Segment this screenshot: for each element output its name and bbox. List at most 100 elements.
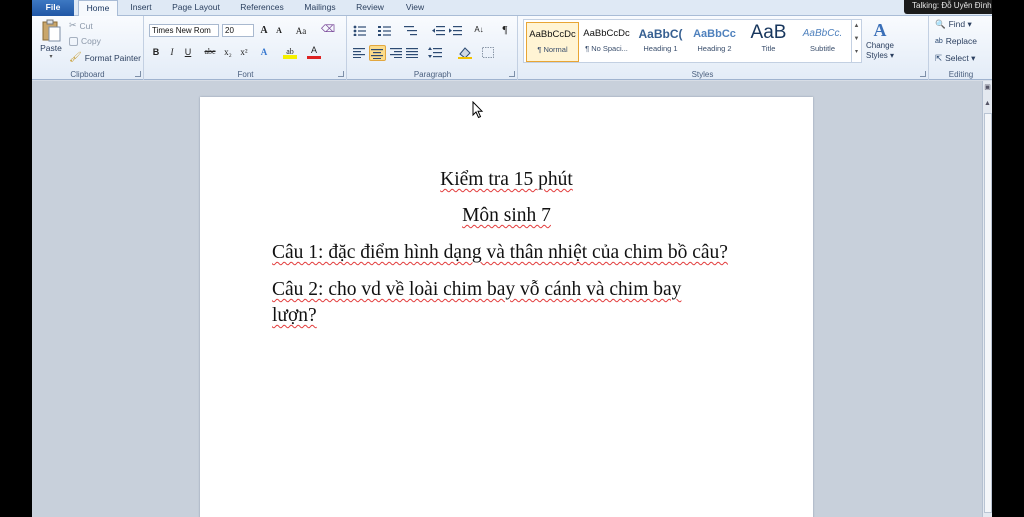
format-painter-button[interactable]: 🖌 Format Painter [69, 52, 141, 63]
find-button[interactable]: 🔍 Find ▾ [935, 19, 972, 30]
shading-icon[interactable] [458, 46, 472, 59]
document-page[interactable]: Kiểm tra 15 phút Môn sinh 7 Câu 1: đặc đ… [200, 97, 813, 517]
font-group-label: Font [237, 70, 254, 79]
style-sample: AaBbCcDc [583, 28, 630, 39]
style-no-spacing[interactable]: AaBbCcDc ¶ No Spaci... [580, 22, 633, 62]
cut-button[interactable]: ✂ Cut [69, 20, 93, 31]
style-name: Heading 2 [697, 44, 732, 53]
paste-label: Paste [40, 43, 62, 53]
format-painter-label: Format Painter [84, 52, 141, 63]
select-icon: ⇱ [935, 53, 943, 63]
borders-icon[interactable] [482, 47, 494, 58]
copy-icon [69, 36, 78, 46]
font-group: Times New Rom 20 A A Aa ⌫ B I U abc x₂ x… [145, 16, 347, 80]
style-name: Heading 1 [643, 44, 678, 53]
cut-icon: ✂ [69, 20, 77, 30]
style-sample: AaBbCc [693, 28, 736, 40]
style-normal[interactable]: AaBbCcDc ¶ Normal [526, 22, 579, 62]
style-sample: AaB [750, 22, 787, 43]
paste-dropdown-icon[interactable]: ▾ [38, 53, 64, 60]
style-subtitle[interactable]: AaBbCc. Subtitle [796, 22, 849, 62]
shrink-font-button[interactable]: A [272, 24, 286, 38]
find-icon: 🔍 [935, 19, 946, 29]
ribbon-home: Paste ▾ ✂ Cut Copy 🖌 Format Painter Clip… [32, 16, 992, 80]
show-hide-button[interactable]: ¶ [498, 23, 512, 37]
justify-icon[interactable] [406, 47, 419, 58]
change-styles-button[interactable]: A Change Styles ▾ [863, 19, 897, 67]
italic-button[interactable]: I [165, 45, 179, 59]
scroll-up-icon[interactable]: ▲ [984, 100, 991, 107]
paragraph-launcher-icon[interactable] [509, 71, 515, 77]
tab-insert[interactable]: Insert [122, 0, 160, 16]
style-gallery-scroll[interactable]: ▲ ▼ ▾ [851, 20, 861, 62]
paste-icon [42, 19, 61, 42]
styles-group-label: Styles [691, 70, 714, 79]
tab-references[interactable]: References [233, 0, 291, 16]
increase-indent-icon[interactable] [449, 25, 462, 36]
editing-group: 🔍 Find ▾ ab Replace ⇱ Select ▾ Editing [930, 16, 992, 80]
text-effects-button[interactable]: A [257, 45, 271, 59]
font-size-box[interactable]: 20 [222, 24, 254, 37]
subscript-button[interactable]: x₂ [221, 45, 235, 59]
vertical-scrollbar[interactable]: ▣ ▲ [982, 81, 992, 517]
style-name: ¶ No Spaci... [585, 44, 628, 53]
select-button[interactable]: ⇱ Select ▾ [935, 53, 975, 64]
tab-page-layout[interactable]: Page Layout [165, 0, 227, 16]
ruler-toggle-icon[interactable]: ▣ [984, 84, 991, 91]
doc-title-text: Kiểm tra 15 phút [440, 169, 573, 190]
align-left-icon[interactable] [353, 47, 366, 58]
change-case-button[interactable]: Aa [291, 24, 311, 38]
paste-button[interactable]: Paste ▾ [38, 19, 64, 63]
paragraph-group: A↓ ¶ Paragraph [348, 16, 518, 80]
doc-question-2-cont[interactable]: lượn? [272, 305, 317, 327]
numbering-icon[interactable] [378, 25, 392, 36]
styles-launcher-icon[interactable] [920, 71, 926, 77]
align-right-icon[interactable] [390, 47, 403, 58]
style-heading-2[interactable]: AaBbCc Heading 2 [688, 22, 741, 62]
strikethrough-button[interactable]: abc [201, 45, 219, 59]
copy-button[interactable]: Copy [69, 36, 101, 46]
doc-question-1[interactable]: Câu 1: đặc điểm hình dạng và thân nhiệt … [272, 242, 728, 264]
underline-button[interactable]: U [181, 45, 195, 59]
doc-subtitle-line[interactable]: Môn sinh 7 [200, 205, 813, 227]
align-center-icon [371, 49, 383, 59]
tab-home[interactable]: Home [78, 0, 118, 17]
style-title[interactable]: AaB Title [742, 22, 795, 62]
grow-font-button[interactable]: A [257, 24, 271, 38]
bullets-icon[interactable] [353, 25, 367, 36]
bold-button[interactable]: B [149, 45, 163, 59]
font-name-box[interactable]: Times New Rom [149, 24, 219, 37]
doc-question-2-text: Câu 2: cho vd về loài chim bay vỗ cánh v… [272, 279, 682, 300]
highlight-button[interactable]: ab [283, 45, 297, 59]
superscript-button[interactable]: x² [237, 45, 251, 59]
doc-title-line[interactable]: Kiểm tra 15 phút [200, 169, 813, 191]
tab-review[interactable]: Review [350, 0, 390, 16]
align-center-button[interactable] [369, 45, 386, 61]
clipboard-group-label: Clipboard [70, 70, 105, 79]
change-styles-label: Change [865, 41, 895, 50]
cut-label: Cut [79, 20, 93, 31]
style-name: Title [761, 44, 776, 53]
find-label: Find ▾ [948, 19, 972, 29]
decrease-indent-icon[interactable] [432, 25, 445, 36]
style-heading-1[interactable]: AaBbC( Heading 1 [634, 22, 687, 62]
font-launcher-icon[interactable] [338, 71, 344, 77]
multilevel-list-icon[interactable] [404, 25, 418, 36]
line-spacing-icon[interactable] [428, 47, 442, 58]
replace-label: Replace [945, 36, 977, 46]
replace-button[interactable]: ab Replace [935, 36, 977, 46]
tab-mailings[interactable]: Mailings [298, 0, 342, 16]
tab-view[interactable]: View [397, 0, 433, 16]
ribbon-tabs: File Home Insert Page Layout References … [32, 0, 992, 17]
sort-button[interactable]: A↓ [470, 23, 488, 37]
doc-question-2-cont-text: lượn? [272, 305, 317, 326]
doc-question-2[interactable]: Câu 2: cho vd về loài chim bay vỗ cánh v… [272, 279, 681, 301]
clear-formatting-icon[interactable]: ⌫ [321, 23, 335, 37]
tab-file[interactable]: File [32, 0, 74, 16]
scroll-thumb[interactable] [984, 113, 992, 513]
document-workspace[interactable]: Kiểm tra 15 phút Môn sinh 7 Câu 1: đặc đ… [32, 81, 992, 517]
clipboard-launcher-icon[interactable] [135, 71, 141, 77]
mouse-pointer-icon [472, 101, 484, 119]
font-color-button[interactable]: A [307, 45, 321, 59]
style-name: ¶ Normal [537, 45, 568, 54]
